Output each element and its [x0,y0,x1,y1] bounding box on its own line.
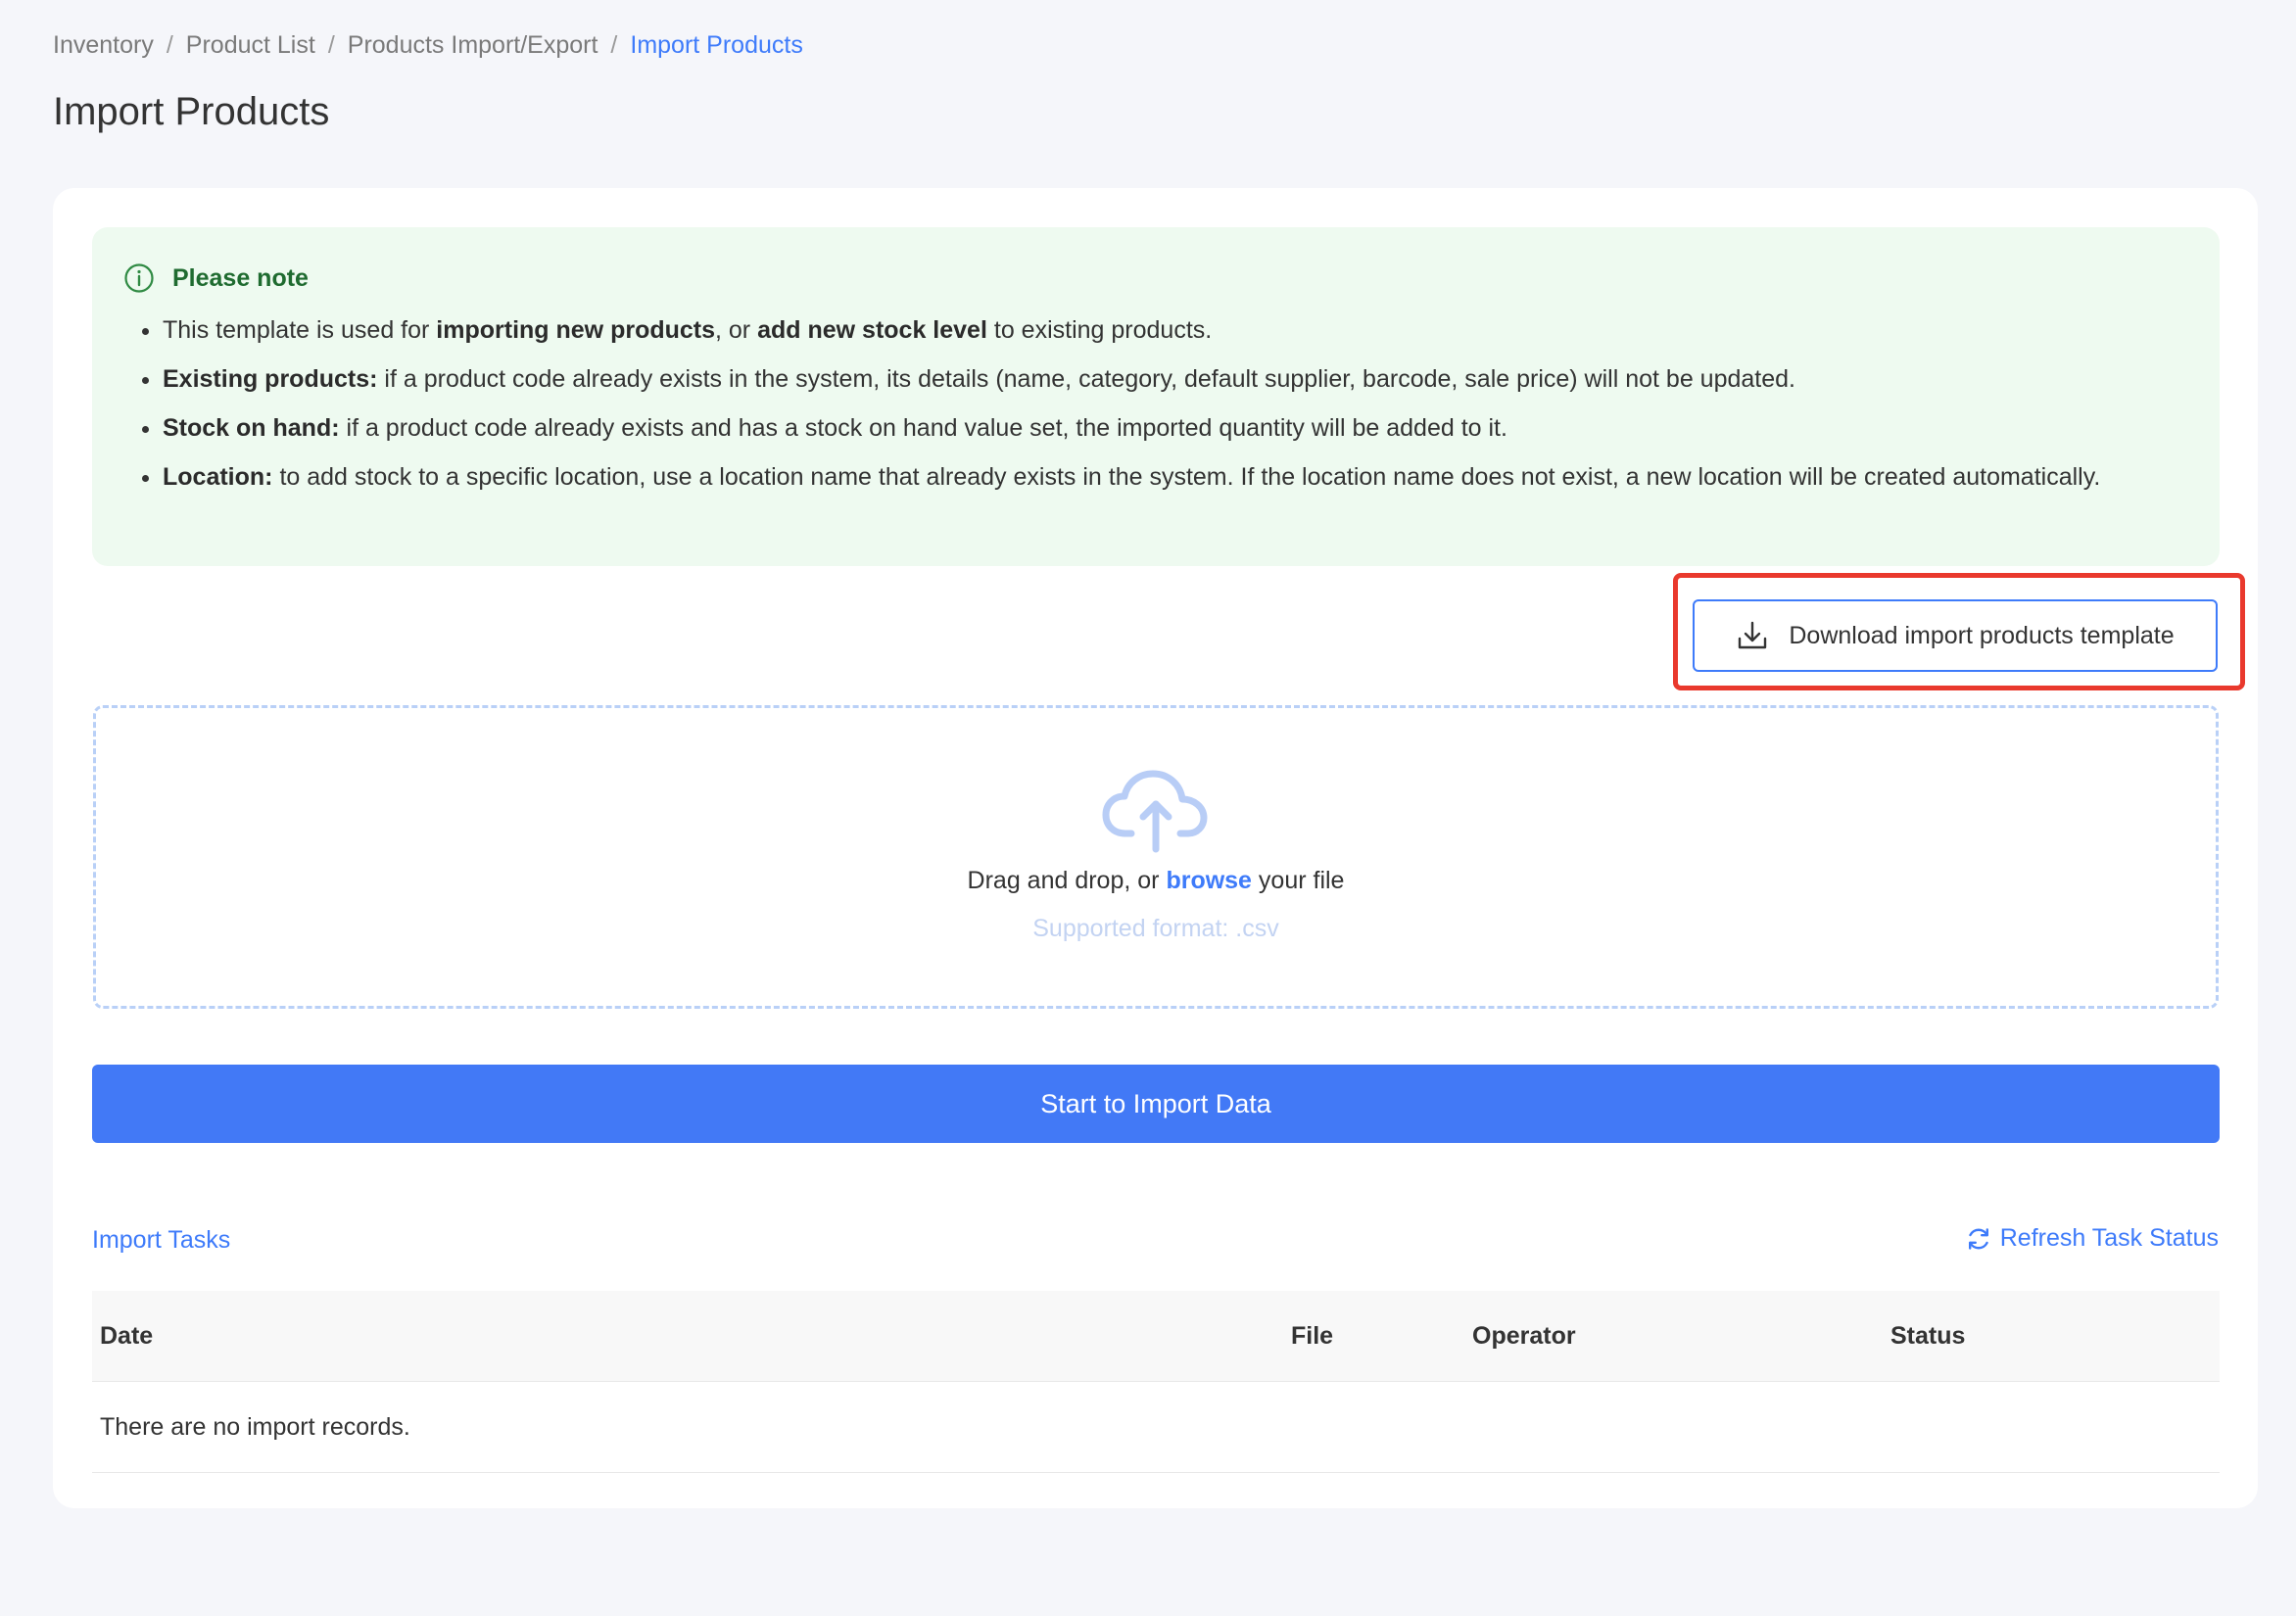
refresh-icon [1968,1227,1988,1250]
breadcrumb-inventory[interactable]: Inventory [53,31,154,60]
start-import-button[interactable]: Start to Import Data [92,1065,2220,1143]
download-template-label: Download import products template [1789,621,2175,649]
column-header-date: Date [100,1322,154,1350]
note-item: Stock on hand: if a product code already… [163,409,2200,447]
dropzone-text-before: Drag and drop, or [967,867,1167,894]
cloud-upload-icon [1102,770,1208,853]
breadcrumb-products-import-export[interactable]: Products Import/Export [348,31,598,60]
refresh-task-status-button[interactable]: Refresh Task Status [1965,1224,2219,1253]
file-dropzone[interactable]: Drag and drop, or browse your file Suppo… [93,705,2219,1009]
download-template-button[interactable]: Download import products template [1693,599,2218,672]
note-item: Existing products: if a product code alr… [163,360,2200,398]
import-tasks-table: Date File Operator Status There are no i… [92,1291,2220,1473]
dropzone-text: Drag and drop, or browse your file [968,867,1345,895]
note-panel: Please note This template is used for im… [92,227,2220,566]
import-card: Please note This template is used for im… [53,188,2258,1508]
dropzone-text-after: your file [1251,867,1345,894]
note-item-text: This template is used for [163,316,437,344]
column-header-status: Status [1890,1322,1966,1350]
note-header: Please note [123,262,309,294]
note-item-emphasis: importing new products [436,316,716,344]
note-item-emphasis: Existing products: [163,365,378,393]
note-item-text: if a product code already exists and has… [339,414,1507,442]
note-item-emphasis: Location: [163,463,273,491]
refresh-task-status-label: Refresh Task Status [1999,1224,2219,1252]
table-header: Date File Operator Status [92,1291,2220,1382]
note-list: This template is used for importing new … [139,311,2200,507]
note-item: Location: to add stock to a specific loc… [163,458,2200,496]
info-circle-icon [124,263,154,293]
note-item-text: to existing products. [986,316,1213,344]
note-item-emphasis: add new stock level [757,316,987,344]
breadcrumb: Inventory / Product List / Products Impo… [53,31,803,60]
note-item: This template is used for importing new … [163,311,2200,349]
breadcrumb-separator: / [166,31,173,59]
breadcrumb-separator: / [610,31,618,59]
download-icon [1739,621,1767,649]
breadcrumb-import-products: Import Products [630,31,803,59]
column-header-file: File [1291,1322,1334,1350]
browse-link[interactable]: browse [1166,867,1252,894]
note-item-emphasis: Stock on hand: [163,414,340,442]
supported-format-hint: Supported format: .csv [1032,915,1279,942]
empty-state-text: There are no import records. [100,1413,410,1441]
table-empty-row: There are no import records. [92,1382,2220,1473]
column-header-operator: Operator [1472,1322,1576,1350]
breadcrumb-product-list[interactable]: Product List [186,31,315,60]
page-title: Import Products [53,90,330,133]
breadcrumb-separator: / [327,31,335,59]
note-item-text: to add stock to a specific location, use… [272,463,2101,491]
note-item-text: if a product code already exists in the … [377,365,1795,393]
import-tasks-tab[interactable]: Import Tasks [92,1226,230,1255]
note-title: Please note [172,263,309,292]
note-item-text: , or [715,316,758,344]
